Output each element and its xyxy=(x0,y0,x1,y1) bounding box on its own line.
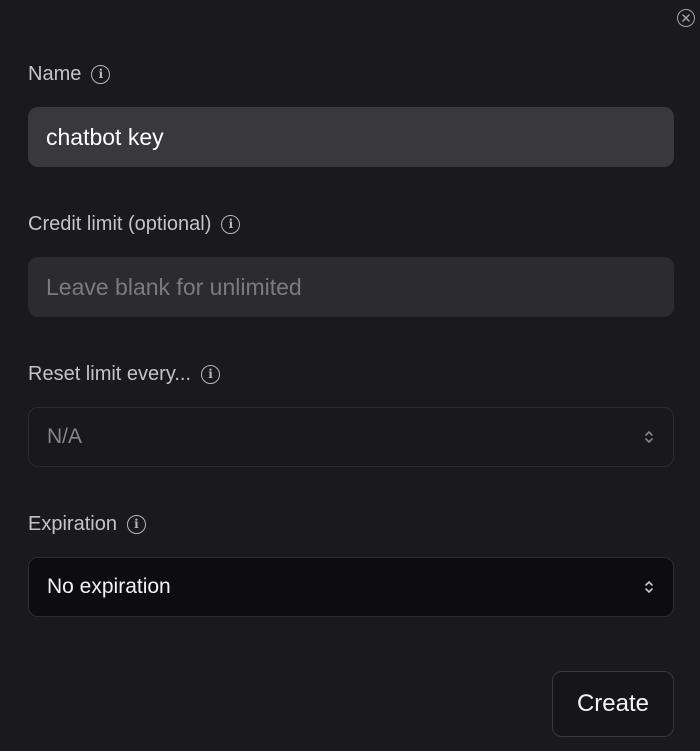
credit-limit-input[interactable] xyxy=(28,257,674,317)
create-key-dialog: Name i Credit limit (optional) i Reset l… xyxy=(0,0,700,751)
info-icon[interactable]: i xyxy=(126,514,146,534)
reset-limit-select[interactable]: N/A xyxy=(28,407,674,467)
credit-limit-label: Credit limit (optional) i xyxy=(28,211,241,237)
expiration-value: No expiration xyxy=(47,575,171,598)
reset-limit-label: Reset limit every... i xyxy=(28,361,220,387)
name-label: Name i xyxy=(28,61,111,87)
expiration-select[interactable]: No expiration xyxy=(28,557,674,617)
info-icon[interactable]: i xyxy=(201,364,220,384)
close-icon[interactable] xyxy=(677,9,695,27)
chevron-updown-icon xyxy=(645,581,653,593)
expiration-label: Expiration i xyxy=(28,511,146,537)
chevron-updown-icon xyxy=(645,431,653,443)
name-input[interactable] xyxy=(28,107,674,167)
create-button[interactable]: Create xyxy=(552,671,674,737)
reset-limit-value: N/A xyxy=(47,425,83,448)
name-label-text: Name xyxy=(28,62,82,85)
credit-limit-label-text: Credit limit (optional) xyxy=(28,212,212,235)
reset-limit-label-text: Reset limit every... xyxy=(28,362,191,385)
info-icon[interactable]: i xyxy=(221,214,241,234)
expiration-label-text: Expiration xyxy=(28,512,117,535)
info-icon[interactable]: i xyxy=(91,64,111,84)
